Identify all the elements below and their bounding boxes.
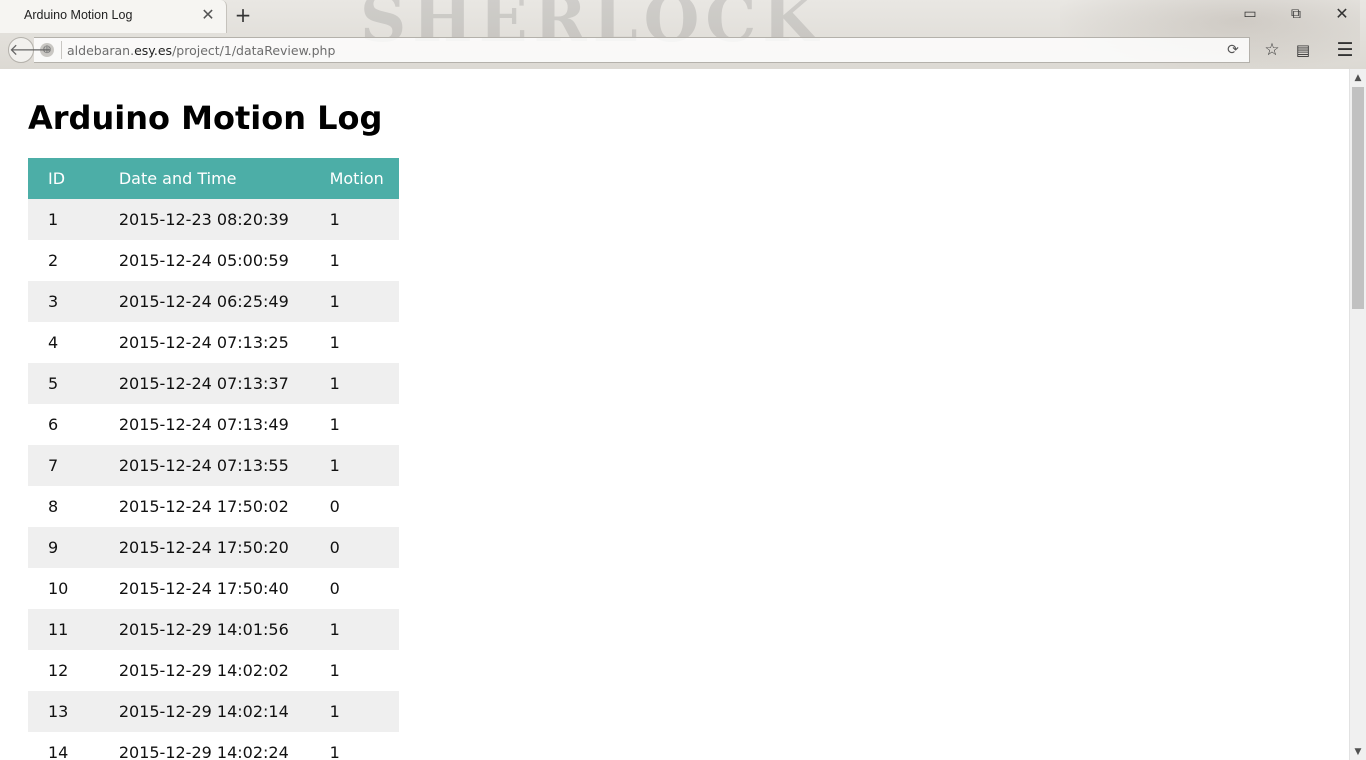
column-header-id: ID bbox=[28, 158, 99, 199]
column-header-motion: Motion bbox=[309, 158, 399, 199]
cell-id: 4 bbox=[28, 322, 99, 363]
hamburger-menu-icon[interactable]: ☰ bbox=[1335, 40, 1355, 60]
back-arrow-icon[interactable]: 🡐 bbox=[8, 37, 52, 63]
cell-motion: 1 bbox=[309, 609, 399, 650]
table-row: 14 2015-12-29 14:02:24 1 bbox=[28, 732, 399, 760]
page-title: Arduino Motion Log bbox=[28, 99, 383, 137]
url-host: esy.es bbox=[134, 43, 173, 58]
cell-motion: 1 bbox=[309, 404, 399, 445]
table-row: 1 2015-12-23 08:20:39 1 bbox=[28, 199, 399, 240]
cell-datetime: 2015-12-23 08:20:39 bbox=[98, 199, 310, 240]
table-row: 12 2015-12-29 14:02:02 1 bbox=[28, 650, 399, 691]
table-header-row: ID Date and Time Motion bbox=[28, 158, 399, 199]
cell-id: 8 bbox=[28, 486, 99, 527]
navigation-toolbar: ◍ aldebaran.esy.es/project/1/dataReview.… bbox=[0, 33, 1366, 68]
cell-datetime: 2015-12-29 14:02:14 bbox=[98, 691, 310, 732]
cell-motion: 1 bbox=[309, 240, 399, 281]
cell-motion: 0 bbox=[309, 486, 399, 527]
browser-window: SHERLOCK Arduino Motion Log ✕ + ▭ ⧉ ✕ ◍ … bbox=[0, 0, 1366, 760]
url-path: /project/1/dataReview.php bbox=[172, 43, 336, 58]
table-row: 3 2015-12-24 06:25:49 1 bbox=[28, 281, 399, 322]
cell-id: 9 bbox=[28, 527, 99, 568]
close-icon[interactable]: ✕ bbox=[1334, 6, 1350, 22]
url-prefix: aldebaran. bbox=[67, 43, 135, 58]
scroll-down-arrow-icon[interactable]: ▼ bbox=[1350, 745, 1366, 759]
cell-motion: 1 bbox=[309, 199, 399, 240]
cell-id: 1 bbox=[28, 199, 99, 240]
motion-log-table: ID Date and Time Motion 1 2015-12-23 08:… bbox=[28, 158, 399, 760]
tab-title: Arduino Motion Log bbox=[24, 8, 133, 22]
cell-id: 2 bbox=[28, 240, 99, 281]
cell-datetime: 2015-12-29 14:01:56 bbox=[98, 609, 310, 650]
address-divider bbox=[61, 41, 62, 59]
star-icon[interactable]: ☆ bbox=[1262, 40, 1282, 60]
cell-id: 11 bbox=[28, 609, 99, 650]
browser-chrome: SHERLOCK Arduino Motion Log ✕ + ▭ ⧉ ✕ ◍ … bbox=[0, 0, 1366, 70]
cell-id: 5 bbox=[28, 363, 99, 404]
cell-datetime: 2015-12-24 07:13:49 bbox=[98, 404, 310, 445]
cell-datetime: 2015-12-24 17:50:02 bbox=[98, 486, 310, 527]
reading-list-icon[interactable]: ▤ bbox=[1293, 40, 1313, 60]
cell-motion: 0 bbox=[309, 527, 399, 568]
cell-datetime: 2015-12-24 07:13:37 bbox=[98, 363, 310, 404]
cell-id: 6 bbox=[28, 404, 99, 445]
table-row: 8 2015-12-24 17:50:02 0 bbox=[28, 486, 399, 527]
url-text[interactable]: aldebaran.esy.es/project/1/dataReview.ph… bbox=[67, 43, 335, 58]
cell-datetime: 2015-12-24 07:13:55 bbox=[98, 445, 310, 486]
cell-id: 3 bbox=[28, 281, 99, 322]
cell-datetime: 2015-12-29 14:02:02 bbox=[98, 650, 310, 691]
minimize-icon[interactable]: ▭ bbox=[1242, 6, 1258, 22]
cell-id: 7 bbox=[28, 445, 99, 486]
cell-id: 12 bbox=[28, 650, 99, 691]
plus-icon[interactable]: + bbox=[233, 5, 253, 25]
table-row: 2 2015-12-24 05:00:59 1 bbox=[28, 240, 399, 281]
cell-datetime: 2015-12-29 14:02:24 bbox=[98, 732, 310, 760]
scrollbar-thumb[interactable] bbox=[1352, 87, 1364, 309]
table-row: 10 2015-12-24 17:50:40 0 bbox=[28, 568, 399, 609]
close-icon[interactable]: ✕ bbox=[200, 7, 216, 23]
table-row: 6 2015-12-24 07:13:49 1 bbox=[28, 404, 399, 445]
cell-id: 13 bbox=[28, 691, 99, 732]
cell-motion: 1 bbox=[309, 650, 399, 691]
vertical-scrollbar[interactable]: ▲ ▼ bbox=[1349, 69, 1366, 760]
cell-motion: 1 bbox=[309, 363, 399, 404]
cell-motion: 1 bbox=[309, 732, 399, 760]
table-row: 13 2015-12-29 14:02:14 1 bbox=[28, 691, 399, 732]
scroll-up-arrow-icon[interactable]: ▲ bbox=[1350, 71, 1366, 85]
cell-motion: 0 bbox=[309, 568, 399, 609]
table-row: 4 2015-12-24 07:13:25 1 bbox=[28, 322, 399, 363]
cell-datetime: 2015-12-24 07:13:25 bbox=[98, 322, 310, 363]
address-bar[interactable]: ◍ aldebaran.esy.es/project/1/dataReview.… bbox=[34, 37, 1250, 63]
table-row: 11 2015-12-29 14:01:56 1 bbox=[28, 609, 399, 650]
cell-datetime: 2015-12-24 06:25:49 bbox=[98, 281, 310, 322]
cell-id: 10 bbox=[28, 568, 99, 609]
table-row: 9 2015-12-24 17:50:20 0 bbox=[28, 527, 399, 568]
cell-datetime: 2015-12-24 05:00:59 bbox=[98, 240, 310, 281]
cell-motion: 1 bbox=[309, 281, 399, 322]
cell-motion: 1 bbox=[309, 691, 399, 732]
table-row: 5 2015-12-24 07:13:37 1 bbox=[28, 363, 399, 404]
table-row: 7 2015-12-24 07:13:55 1 bbox=[28, 445, 399, 486]
cell-datetime: 2015-12-24 17:50:40 bbox=[98, 568, 310, 609]
column-header-datetime: Date and Time bbox=[98, 158, 310, 199]
cell-motion: 1 bbox=[309, 445, 399, 486]
cell-datetime: 2015-12-24 17:50:20 bbox=[98, 527, 310, 568]
tab-active[interactable]: Arduino Motion Log ✕ bbox=[0, 0, 227, 33]
page-viewport: Arduino Motion Log ID Date and Time Moti… bbox=[0, 69, 1349, 760]
reload-icon[interactable]: ⟳ bbox=[1224, 41, 1242, 59]
restore-icon[interactable]: ⧉ bbox=[1288, 6, 1304, 22]
cell-motion: 1 bbox=[309, 322, 399, 363]
cell-id: 14 bbox=[28, 732, 99, 760]
